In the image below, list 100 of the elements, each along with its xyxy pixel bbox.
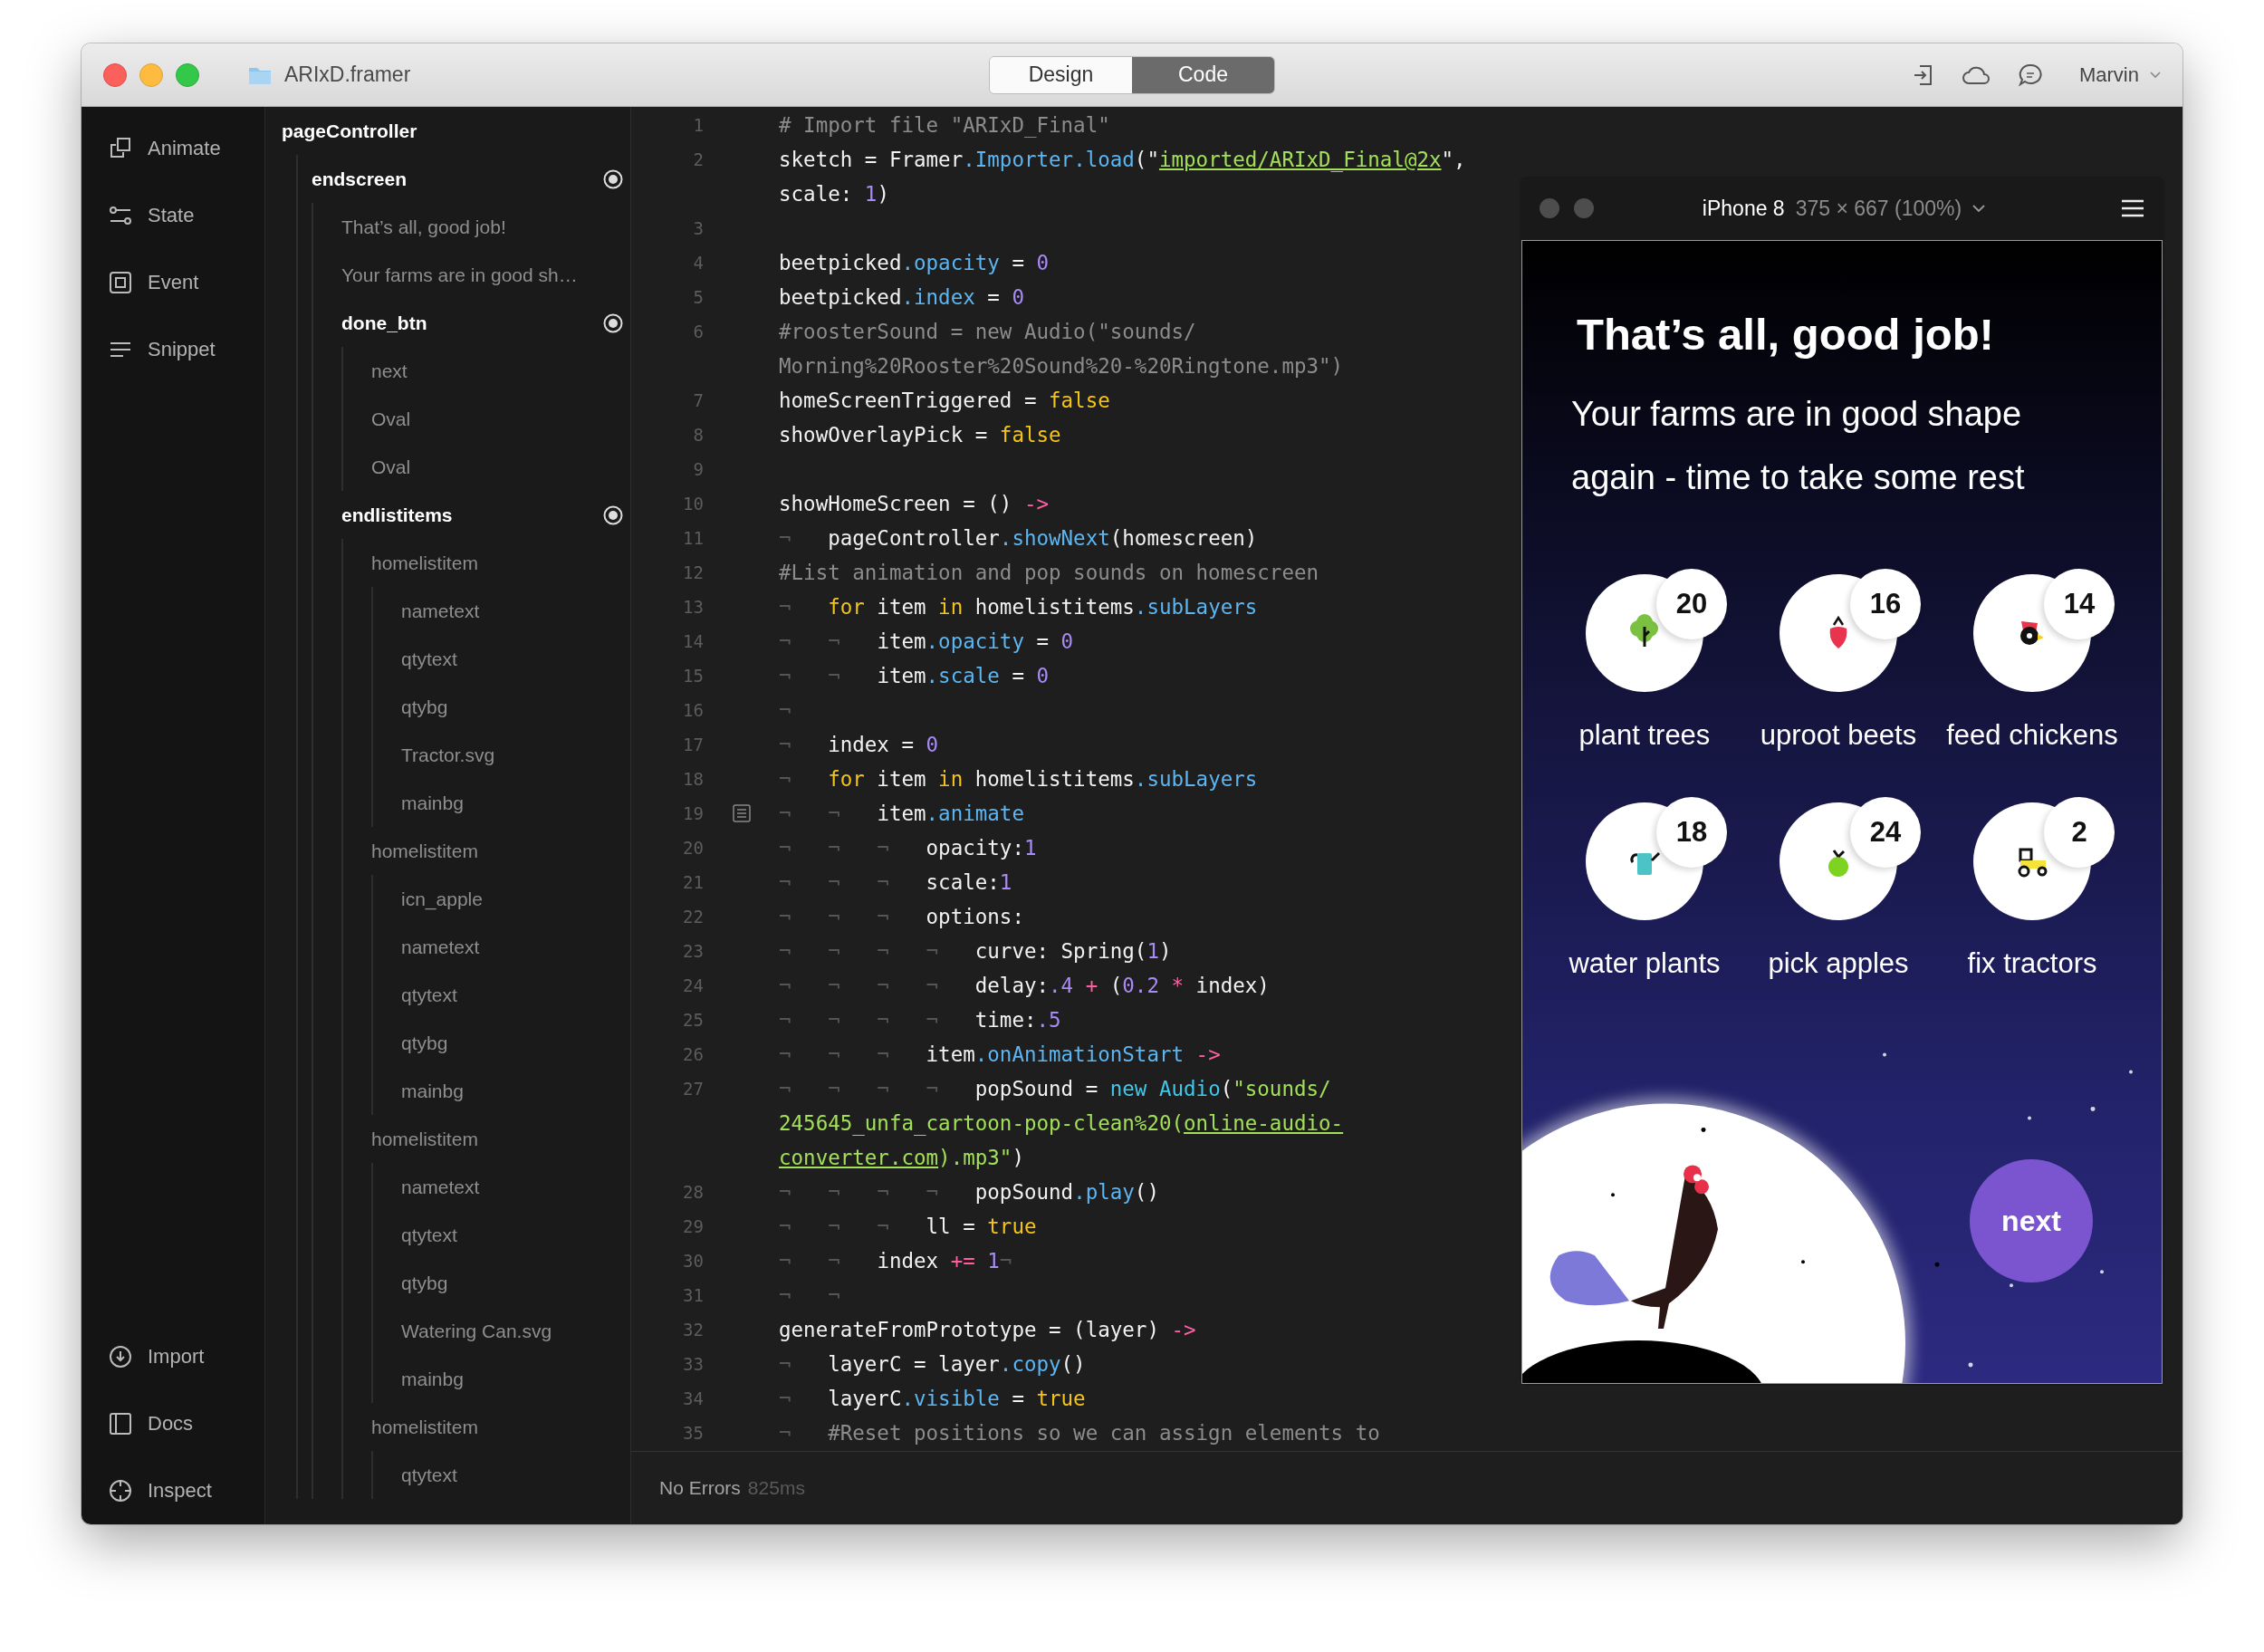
code-line: ¬ ¬ [779,1283,840,1307]
layer-item[interactable]: pageController [282,120,417,142]
layer-item[interactable]: homelistitem [371,1128,478,1150]
code-line: ¬ ¬ item.animate [779,802,1024,825]
sidebar-item[interactable]: Event [82,249,264,316]
layer-item[interactable]: Watering Can.svg [401,1320,552,1342]
code-line: ¬ for item in homelistitems.subLayers [779,767,1258,791]
code-line: ¬ ¬ ¬ ¬ time:.5 [779,1008,1061,1032]
device-size[interactable]: 375 × 667 (100%) [1795,196,1962,221]
sidebar-item[interactable]: Snippet [82,316,264,383]
line-number: 19 [683,803,704,823]
line-number: 34 [683,1388,704,1408]
layer-item[interactable]: qtybg [401,1272,448,1294]
line-number: 3 [693,218,704,238]
layer-item[interactable]: Oval [371,456,411,478]
user-menu[interactable]: Marvin [2079,62,2139,87]
event-icon [109,271,132,294]
line-number: 23 [683,941,704,961]
code-line: ¬ #Reset positions so we can assign elements to [779,1421,1380,1445]
state-icon [109,204,132,227]
target-icon[interactable] [603,504,623,525]
task-label: plant trees [1578,719,1711,752]
layer-item[interactable]: nametext [401,1176,480,1198]
code-line: showOverlayPick = false [779,423,1061,447]
layer-item[interactable]: next [371,360,408,382]
layer-item[interactable]: qtytext [401,1464,457,1486]
animate-icon [109,137,132,160]
cloud-icon[interactable] [1962,64,1991,85]
layer-item[interactable]: homelistitem [371,840,478,862]
next-button[interactable]: next [1970,1159,2093,1282]
code-line: ¬ for item in homelistitems.subLayers [779,595,1258,619]
layer-item[interactable]: That’s all, good job! [341,216,506,238]
layer-item[interactable]: qtytext [401,648,457,670]
layer-item[interactable]: nametext [401,936,480,958]
layer-item[interactable]: icn_apple [401,888,483,910]
sidebar-item[interactable]: Inspect [82,1457,264,1524]
code-line: ¬ pageController.showNext(homescreen) [779,526,1258,550]
mode-tab[interactable]: Design [990,56,1132,93]
task-label: water plants [1568,947,1721,980]
line-number: 7 [693,390,704,410]
status-message: No Errors [659,1477,741,1499]
layer-item[interactable]: endlistitems [341,504,453,526]
line-number: 14 [683,631,704,651]
line-number: 33 [683,1354,704,1374]
layer-item[interactable]: done_btn [341,312,427,334]
close-button[interactable] [103,62,127,87]
line-number: 26 [683,1044,704,1064]
target-icon[interactable] [603,168,623,189]
layer-item[interactable]: qtybg [401,1032,448,1054]
sidebar-item[interactable]: Animate [82,115,264,182]
line-number: 6 [693,322,704,341]
mode-tab[interactable]: Code [1132,56,1274,93]
count-badge: 18 [1656,797,1727,868]
inspect-icon [109,1479,132,1503]
layer-item[interactable]: Tractor.svg [401,744,495,766]
layer-item[interactable]: mainbg [401,792,464,814]
line-number: 20 [683,838,704,858]
count-badge: 24 [1850,797,1921,868]
line-number: 12 [683,562,704,582]
line-number: 17 [683,735,704,754]
code-line: ¬ ¬ ¬ ¬ popSound.play() [779,1180,1159,1204]
code-line: ¬ layerC.visible = true [779,1387,1086,1410]
layer-item[interactable]: homelistitem [371,552,478,574]
layer-item[interactable]: qtybg [401,696,448,718]
line-number: 15 [683,666,704,686]
line-number: 10 [683,494,704,514]
sidebar-item[interactable]: State [82,182,264,249]
code-line: showHomeScreen = () -> [779,492,1050,515]
line-number: 29 [683,1216,704,1236]
line-number: 27 [683,1079,704,1099]
code-line: ¬ ¬ ¬ ¬ delay:.4 + (0.2 * index) [779,974,1270,997]
code-line: ¬ ¬ ¬ item.onAnimationStart -> [779,1042,1221,1066]
code-line: generateFromPrototype = (layer) -> [779,1318,1196,1341]
layer-item[interactable]: homelistitem [371,1416,478,1438]
line-number: 25 [683,1010,704,1030]
layer-item[interactable]: mainbg [401,1080,464,1102]
chevron-icon[interactable] [2150,71,2161,79]
line-number: 9 [693,459,704,479]
heading: That’s all, good job! [1576,309,1995,360]
code-line: # Import file "ARIxD_Final" [779,113,1110,137]
layer-item[interactable]: qtytext [401,984,457,1006]
line-number: 1 [693,115,704,135]
sidebar-item[interactable]: Docs [82,1390,264,1457]
code-line: 245645_unfa_cartoon-pop-clean%20(online-audio- [779,1111,1344,1135]
layer-item[interactable]: mainbg [401,1368,464,1390]
code-line: beetpicked.opacity = 0 [779,251,1050,274]
target-icon[interactable] [603,312,623,333]
layer-item[interactable]: qtytext [401,1224,457,1246]
comment-icon[interactable] [2018,62,2043,88]
layer-item[interactable]: endscreen [312,168,408,190]
subtitle: Your farms are in good shape again - time to take some rest [1570,394,2026,498]
menu-icon[interactable] [2121,199,2144,217]
sidebar-item[interactable]: Import [82,1323,264,1390]
layer-item[interactable]: Your farms are in good sh… [341,264,578,286]
chevron-icon[interactable] [1972,204,1986,213]
fold-icon[interactable] [732,804,751,822]
layer-item[interactable]: nametext [401,600,480,622]
layer-item[interactable]: Oval [371,408,411,430]
code-line: beetpicked.index = 0 [779,285,1024,309]
device-name[interactable]: iPhone 8 [1702,196,1785,221]
